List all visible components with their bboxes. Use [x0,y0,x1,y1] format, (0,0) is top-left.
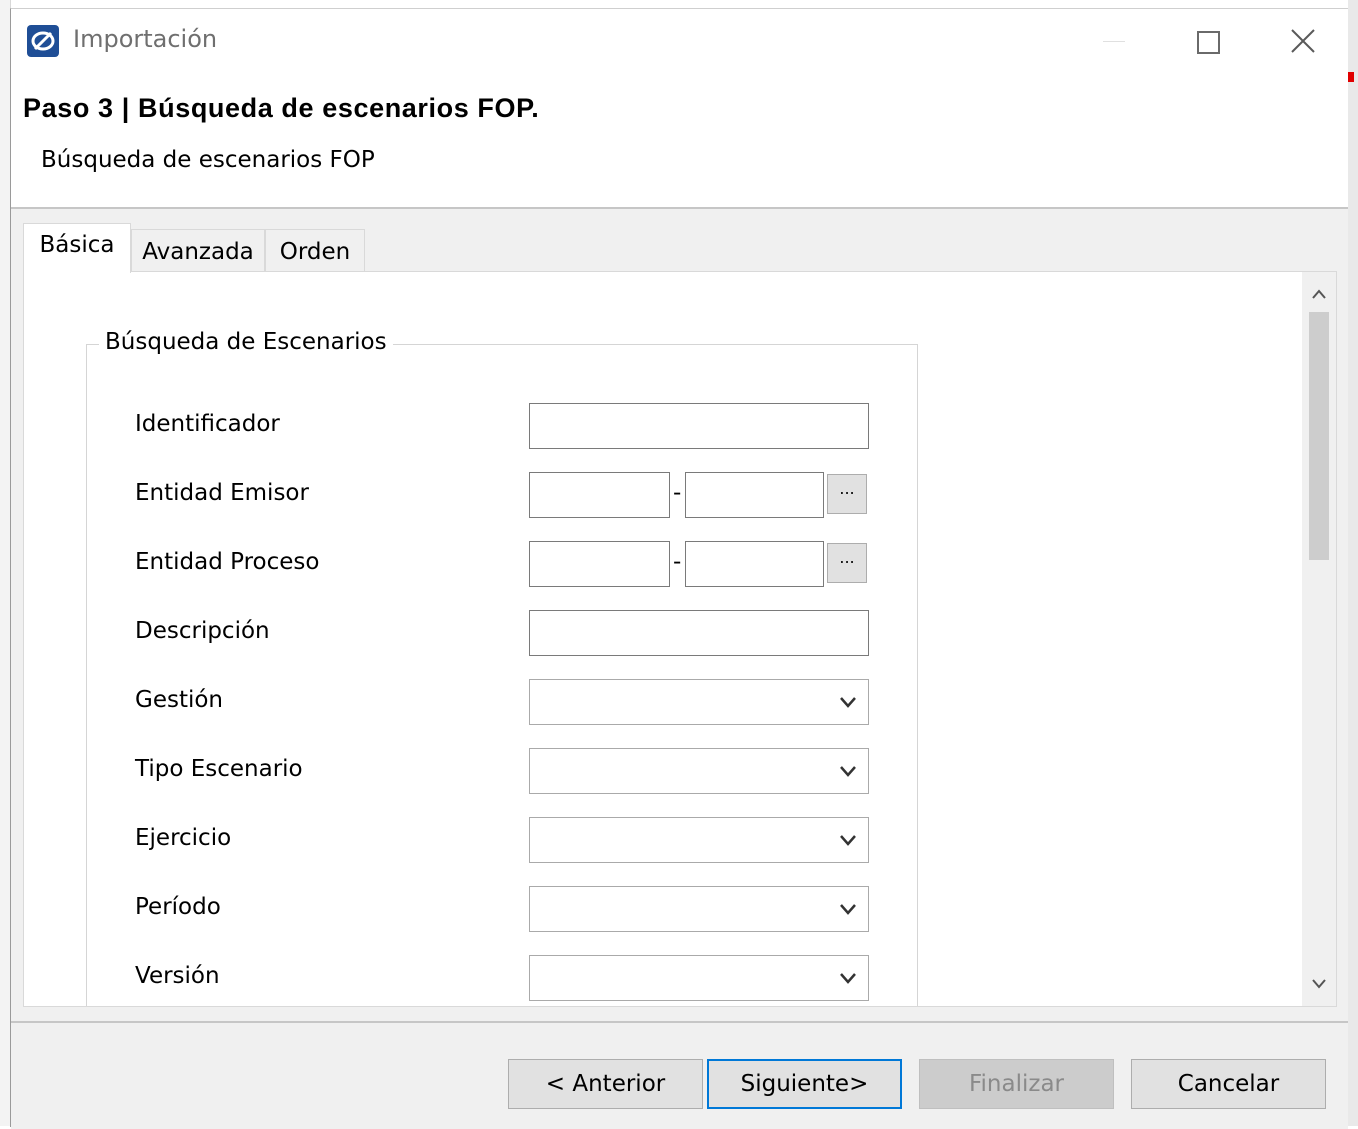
minimize-icon[interactable] [1091,19,1139,63]
entidad-emisor-from-input[interactable] [529,472,670,518]
tab-panel-basica: Búsqueda de Escenarios Identificador Ent… [23,271,1337,1007]
chevron-down-icon [840,835,856,846]
identificador-input[interactable] [529,403,869,449]
window-title: Importación [73,25,218,53]
step-subtitle: Búsqueda de escenarios FOP [41,147,375,173]
gestion-label: Gestión [135,687,224,713]
wizard-content: Básica Avanzada Orden Búsqueda de Escena… [11,209,1348,1021]
entidad-proceso-to-input[interactable] [685,541,824,587]
cancelar-button[interactable]: Cancelar [1131,1059,1326,1109]
step-title: Paso 3 | Búsqueda de escenarios FOP. [23,93,540,123]
finalizar-button: Finalizar [919,1059,1114,1109]
tab-basica[interactable]: Básica [23,223,131,273]
tipo-escenario-label: Tipo Escenario [135,756,303,782]
entidad-proceso-label: Entidad Proceso [135,549,320,575]
close-icon[interactable] [1279,19,1327,63]
scroll-thumb[interactable] [1309,312,1329,560]
entidad-proceso-separator: - [673,549,682,575]
row-gestion: Gestión [87,679,917,725]
row-descripcion: Descripción [87,610,917,656]
entidad-proceso-from-input[interactable] [529,541,670,587]
version-label: Versión [135,963,220,989]
entidad-emisor-to-input[interactable] [685,472,824,518]
periodo-select[interactable] [529,886,869,932]
gestion-select[interactable] [529,679,869,725]
row-identificador: Identificador [87,403,917,449]
chevron-down-icon [840,904,856,915]
tab-orden[interactable]: Orden [265,229,365,273]
row-periodo: Período [87,886,917,932]
identificador-label: Identificador [135,411,280,437]
entidad-emisor-browse-button[interactable]: ... [827,474,867,514]
app-logo-icon [27,25,59,57]
entidad-proceso-browse-button[interactable]: ... [827,543,867,583]
tab-avanzada[interactable]: Avanzada [131,229,265,273]
import-dialog: Importación Paso 3 | Búsqueda de escenar… [10,8,1348,1129]
entidad-emisor-label: Entidad Emisor [135,480,309,506]
descripcion-input[interactable] [529,610,869,656]
chevron-down-icon [840,766,856,777]
ejercicio-label: Ejercicio [135,825,232,851]
scroll-up-arrow-icon[interactable] [1302,276,1336,312]
group-legend: Búsqueda de Escenarios [99,329,393,355]
search-groupbox: Búsqueda de Escenarios Identificador Ent… [86,329,918,1006]
scroll-down-arrow-icon[interactable] [1302,966,1336,1002]
vertical-scrollbar[interactable] [1302,272,1336,1006]
descripcion-label: Descripción [135,618,270,644]
row-entidad-proceso: Entidad Proceso - ... [87,541,917,587]
version-select[interactable] [529,955,869,1001]
row-ejercicio: Ejercicio [87,817,917,863]
row-version: Versión [87,955,917,1001]
row-entidad-emisor: Entidad Emisor - ... [87,472,917,518]
wizard-footer: < Anterior Siguiente> Finalizar Cancelar [11,1021,1348,1129]
title-bar: Importación [11,9,1348,73]
chevron-down-icon [840,697,856,708]
row-tipo-escenario: Tipo Escenario [87,748,917,794]
background-window-edge [1348,0,1358,1126]
chevron-down-icon [840,973,856,984]
siguiente-button[interactable]: Siguiente> [707,1059,902,1109]
ejercicio-select[interactable] [529,817,869,863]
maximize-icon[interactable] [1184,19,1232,63]
tipo-escenario-select[interactable] [529,748,869,794]
periodo-label: Período [135,894,221,920]
anterior-button[interactable]: < Anterior [508,1059,703,1109]
wizard-header: Paso 3 | Búsqueda de escenarios FOP. Bús… [11,73,1348,209]
entidad-emisor-separator: - [673,480,682,506]
